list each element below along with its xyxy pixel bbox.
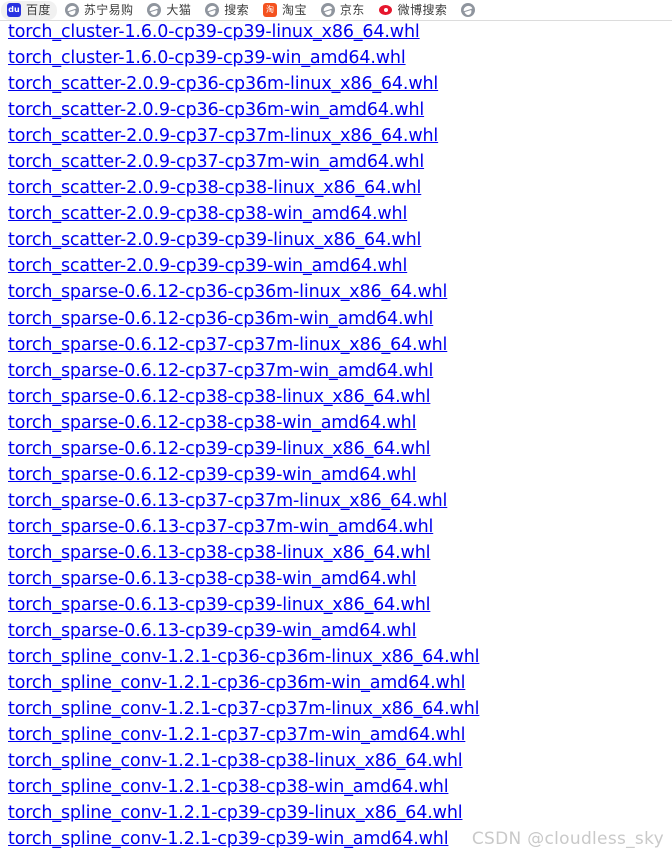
bookmark-item-3[interactable]: 搜索 — [199, 1, 255, 20]
bookmark-item-4[interactable]: 淘淘宝 — [257, 1, 313, 20]
file-link[interactable]: torch_spline_conv-1.2.1-cp36-cp36m-win_a… — [8, 670, 672, 696]
file-link[interactable]: torch_scatter-2.0.9-cp36-cp36m-linux_x86… — [8, 71, 672, 97]
globe-icon — [461, 3, 476, 17]
globe-icon — [64, 3, 79, 17]
bookmark-item-5[interactable]: 京东 — [315, 1, 371, 20]
weibo-icon — [378, 3, 393, 17]
file-link[interactable]: torch_scatter-2.0.9-cp36-cp36m-win_amd64… — [8, 97, 672, 123]
file-link[interactable]: torch_sparse-0.6.12-cp38-cp38-linux_x86_… — [8, 384, 672, 410]
directory-listing: torch_cluster-1.6.0-cp39-cp39-linux_x86_… — [0, 19, 672, 853]
globe-icon — [147, 3, 162, 17]
file-link[interactable]: torch_scatter-2.0.9-cp37-cp37m-linux_x86… — [8, 123, 672, 149]
file-link[interactable]: torch_cluster-1.6.0-cp39-cp39-win_amd64.… — [8, 45, 672, 71]
file-link[interactable]: torch_sparse-0.6.12-cp36-cp36m-win_amd64… — [8, 306, 672, 332]
bookmark-item-label: 京东 — [339, 3, 365, 17]
bookmark-item-label: 淘宝 — [282, 3, 307, 17]
file-link[interactable]: torch_scatter-2.0.9-cp37-cp37m-win_amd64… — [8, 149, 672, 175]
file-link[interactable]: torch_sparse-0.6.12-cp39-cp39-linux_x86_… — [8, 436, 672, 462]
file-link[interactable]: torch_spline_conv-1.2.1-cp39-cp39-win_am… — [8, 826, 672, 852]
file-link[interactable]: torch_sparse-0.6.13-cp38-cp38-linux_x86_… — [8, 540, 672, 566]
file-link[interactable]: torch_cluster-1.6.0-cp39-cp39-linux_x86_… — [8, 19, 672, 45]
file-link[interactable]: torch_scatter-2.0.9-cp38-cp38-linux_x86_… — [8, 175, 672, 201]
file-link[interactable]: torch_spline_conv-1.2.1-cp37-cp37m-linux… — [8, 696, 672, 722]
file-link[interactable]: torch_sparse-0.6.13-cp39-cp39-linux_x86_… — [8, 592, 672, 618]
baidu-icon: du — [7, 3, 21, 17]
bookmarks-bar: du 百度 苏宁易购 大猫 搜索淘淘宝 京东 微博搜索 — [0, 0, 672, 21]
file-link[interactable]: torch_sparse-0.6.13-cp37-cp37m-win_amd64… — [8, 514, 672, 540]
bookmark-item-label: 大猫 — [166, 3, 192, 17]
file-link[interactable]: torch_spline_conv-1.2.1-cp36-cp36m-linux… — [8, 644, 672, 670]
file-link[interactable]: torch_spline_conv-1.2.1-cp39-cp39-linux_… — [8, 800, 672, 826]
file-link[interactable]: torch_spline_conv-1.2.1-cp38-cp38-linux_… — [8, 748, 672, 774]
file-link[interactable]: torch_sparse-0.6.13-cp38-cp38-win_amd64.… — [8, 566, 672, 592]
file-link[interactable]: torch_scatter-2.0.9-cp38-cp38-win_amd64.… — [8, 201, 672, 227]
bookmark-item-6[interactable]: 微博搜索 — [373, 1, 454, 20]
file-link[interactable]: torch_sparse-0.6.12-cp37-cp37m-win_amd64… — [8, 358, 672, 384]
file-link[interactable]: torch_spline_conv-1.2.1-cp38-cp38-win_am… — [8, 774, 672, 800]
file-link[interactable]: torch_sparse-0.6.13-cp39-cp39-win_amd64.… — [8, 618, 672, 644]
file-link[interactable]: torch_sparse-0.6.12-cp36-cp36m-linux_x86… — [8, 279, 672, 305]
file-link[interactable]: torch_sparse-0.6.12-cp38-cp38-win_amd64.… — [8, 410, 672, 436]
taobao-icon: 淘 — [263, 3, 278, 17]
file-link[interactable]: torch_sparse-0.6.12-cp39-cp39-win_amd64.… — [8, 462, 672, 488]
file-link[interactable]: torch_scatter-2.0.9-cp39-cp39-win_amd64.… — [8, 253, 672, 279]
bookmark-item-label: 搜索 — [224, 3, 250, 17]
bookmark-item-7[interactable] — [455, 1, 486, 20]
file-link[interactable]: torch_sparse-0.6.12-cp37-cp37m-linux_x86… — [8, 332, 672, 358]
bookmark-item-0[interactable]: du 百度 — [1, 0, 57, 20]
bookmark-item-label: 微博搜索 — [397, 3, 448, 17]
bookmark-item-label: 苏宁易购 — [83, 3, 134, 17]
globe-icon — [205, 3, 220, 17]
bookmark-item-label: 百度 — [26, 3, 51, 17]
globe-icon — [320, 3, 335, 17]
bookmark-item-1[interactable]: 苏宁易购 — [59, 1, 140, 20]
bookmark-item-2[interactable]: 大猫 — [141, 1, 197, 20]
file-link[interactable]: torch_spline_conv-1.2.1-cp37-cp37m-win_a… — [8, 722, 672, 748]
file-link[interactable]: torch_sparse-0.6.13-cp37-cp37m-linux_x86… — [8, 488, 672, 514]
file-link[interactable]: torch_scatter-2.0.9-cp39-cp39-linux_x86_… — [8, 227, 672, 253]
